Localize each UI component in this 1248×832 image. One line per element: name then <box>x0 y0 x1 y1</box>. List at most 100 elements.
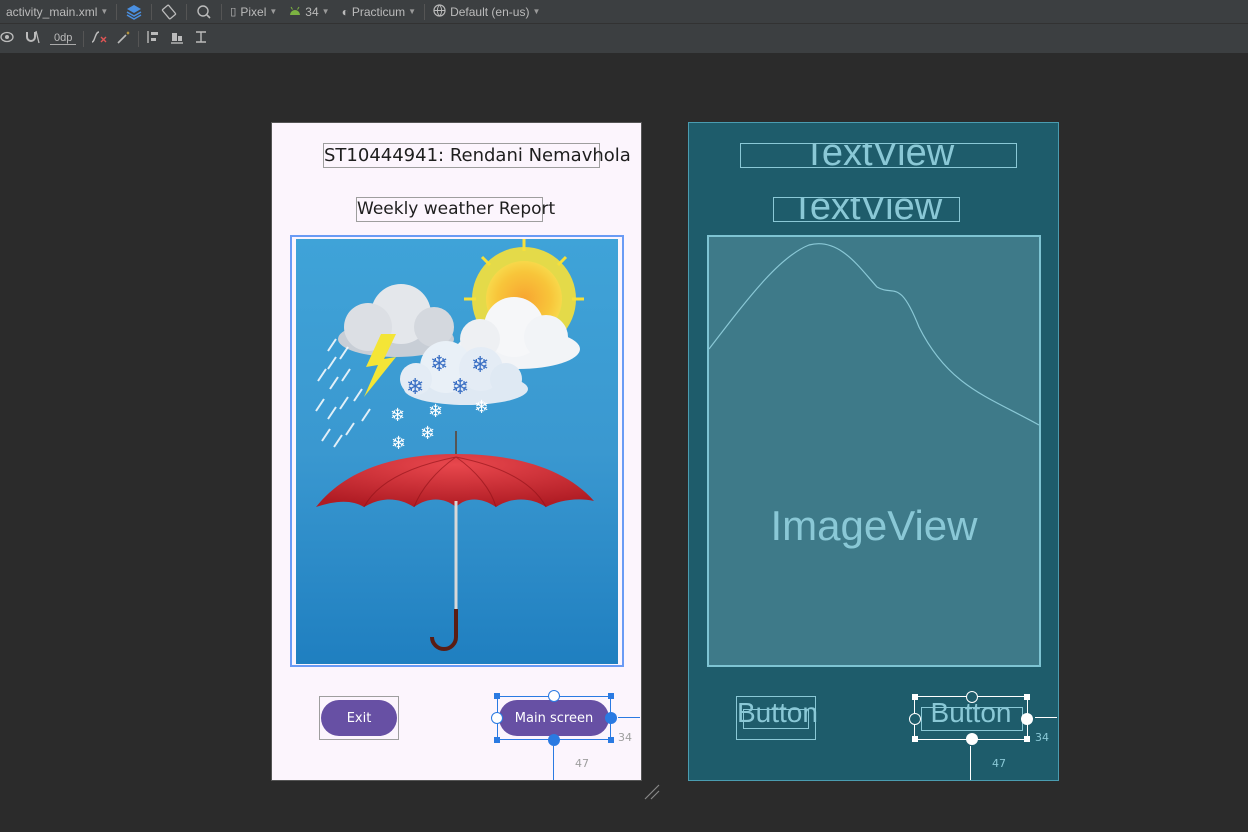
right-constraint-anchor[interactable] <box>605 712 617 724</box>
default-margin-button[interactable]: 0dp <box>45 28 81 50</box>
api-level-label: 34 <box>305 4 319 19</box>
exit-button-bounds[interactable]: Exit <box>319 696 399 740</box>
svg-text:❄: ❄ <box>390 405 405 426</box>
theme-label: Practicum <box>351 4 406 19</box>
device-dropdown[interactable]: ▯ Pixel ▼ <box>224 0 283 24</box>
design-surface[interactable]: ST10444941: Rendani Nemavhola Weekly wea… <box>271 122 642 781</box>
svg-text:❄: ❄ <box>391 433 406 454</box>
bottom-constraint-value: 47 <box>992 757 1006 770</box>
globe-icon <box>433 3 446 20</box>
resize-handle[interactable] <box>494 693 500 699</box>
night-mode-button[interactable] <box>189 0 219 24</box>
divider <box>424 3 426 20</box>
chevron-down-icon: ▼ <box>321 7 330 16</box>
main-screen-button-bounds[interactable]: Main screen <box>491 690 617 746</box>
align-left-icon <box>170 30 184 47</box>
blueprint-surface[interactable]: TextView TextView ImageView Button Butto… <box>688 122 1059 781</box>
svg-text:❄: ❄ <box>474 397 489 418</box>
resize-handle[interactable] <box>912 736 918 742</box>
pack-button[interactable] <box>141 28 165 50</box>
resize-handle[interactable] <box>608 737 614 743</box>
chevron-down-icon: ▼ <box>100 7 109 16</box>
blueprint-textview-2[interactable]: TextView <box>773 197 960 222</box>
file-tab[interactable]: activity_main.xml ▼ <box>0 0 114 24</box>
bottom-constraint-line <box>970 746 971 780</box>
resize-grip-icon[interactable] <box>643 783 661 801</box>
magic-wand-icon <box>117 30 131 47</box>
blueprint-button-1[interactable]: Button <box>736 696 818 740</box>
device-label: Pixel <box>240 4 267 19</box>
blueprint-imageview[interactable]: ImageView <box>707 235 1041 667</box>
autoconnect-button[interactable] <box>19 28 45 50</box>
infer-constraints-button[interactable] <box>112 28 136 50</box>
top-constraint-anchor[interactable] <box>966 691 978 703</box>
divider <box>83 30 85 47</box>
pack-icon <box>146 30 160 47</box>
divider <box>138 30 140 47</box>
weather-image[interactable]: ❄❄❄❄ ❄❄❄ ❄❄❄❄ <box>296 239 618 664</box>
blueprint-textview-label: TextView <box>790 197 943 222</box>
clear-constraints-icon <box>91 30 107 47</box>
rotate-icon <box>160 3 178 21</box>
android-icon <box>289 5 301 19</box>
magnet-icon <box>24 30 40 47</box>
phone-icon: ▯ <box>230 6 237 18</box>
exit-button[interactable]: Exit <box>321 700 397 736</box>
resize-handle[interactable] <box>1024 694 1030 700</box>
right-constraint-line <box>1035 717 1057 718</box>
view-options-button[interactable] <box>0 28 19 50</box>
file-name: activity_main.xml <box>6 4 98 19</box>
main-screen-button[interactable]: Main screen <box>499 700 609 736</box>
orientation-button[interactable] <box>154 0 184 24</box>
bottom-constraint-value: 47 <box>575 757 589 770</box>
right-constraint-anchor[interactable] <box>1021 713 1033 725</box>
resize-handle[interactable] <box>912 694 918 700</box>
api-level-dropdown[interactable]: 34 ▼ <box>283 0 335 24</box>
bottom-constraint-anchor[interactable] <box>966 733 978 745</box>
clear-constraints-button[interactable] <box>86 28 112 50</box>
svg-text:❄: ❄ <box>451 375 469 400</box>
guidelines-button[interactable] <box>189 28 213 50</box>
right-constraint-line <box>618 717 640 718</box>
svg-text:❄: ❄ <box>428 401 443 422</box>
page-subtitle[interactable]: Weekly weather Report <box>356 197 555 222</box>
divider <box>151 3 153 20</box>
page-title[interactable]: ST10444941: Rendani Nemavhola <box>323 143 631 168</box>
left-constraint-anchor[interactable] <box>491 712 503 724</box>
constraint-toolbar: 0dp <box>0 24 1248 54</box>
blueprint-textview-label: TextView <box>802 143 955 168</box>
guideline-icon <box>194 30 208 47</box>
resize-handle[interactable] <box>1024 736 1030 742</box>
theme-icon: ◐ <box>341 4 349 19</box>
design-surface-button[interactable] <box>119 0 149 24</box>
bottom-constraint-anchor[interactable] <box>548 734 560 746</box>
locale-dropdown[interactable]: Default (en-us) ▼ <box>427 0 546 24</box>
blueprint-button-2[interactable]: Button <box>909 691 1033 745</box>
blueprint-button-label: Button <box>737 697 818 728</box>
svg-text:❄: ❄ <box>471 353 489 378</box>
locale-label: Default (en-us) <box>450 4 530 19</box>
divider <box>186 3 188 20</box>
left-constraint-anchor[interactable] <box>909 713 921 725</box>
svg-text:❄: ❄ <box>406 375 424 400</box>
blueprint-imageview-label: ImageView <box>770 502 978 549</box>
top-constraint-anchor[interactable] <box>548 690 560 702</box>
divider <box>221 3 223 20</box>
theme-dropdown[interactable]: ◐ Practicum ▼ <box>336 0 423 24</box>
divider <box>116 3 118 20</box>
image-placeholder-icon <box>709 243 1039 426</box>
chevron-down-icon: ▼ <box>532 7 541 16</box>
svg-text:❄: ❄ <box>430 352 448 377</box>
night-mode-icon <box>195 3 213 21</box>
align-button[interactable] <box>165 28 189 50</box>
layout-editor-toolbar: activity_main.xml ▼ ▯ Pixel ▼ 34 ▼ ◐ Pra… <box>0 0 1248 24</box>
right-constraint-value: 34 <box>618 731 632 744</box>
blueprint-textview-1[interactable]: TextView <box>740 143 1017 168</box>
chevron-down-icon: ▼ <box>408 7 417 16</box>
default-margin-value: 0dp <box>50 32 77 45</box>
chevron-down-icon: ▼ <box>269 7 278 16</box>
bottom-constraint-line <box>553 746 554 780</box>
resize-handle[interactable] <box>608 693 614 699</box>
svg-text:❄: ❄ <box>420 423 435 444</box>
resize-handle[interactable] <box>494 737 500 743</box>
